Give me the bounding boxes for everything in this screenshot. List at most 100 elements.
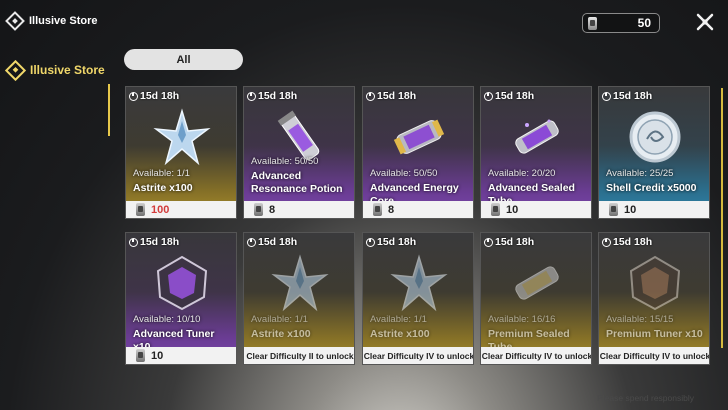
timer-text: 15d 18h [258,236,298,248]
price-value: 100 [151,203,170,216]
clock-icon [129,91,138,101]
availability-text: Available: 16/16 [488,314,556,325]
unlock-requirement: Clear Difficulty II to unlock [244,347,354,364]
price-tag: 8 [244,201,354,218]
token-icon [373,203,382,216]
clock-icon [129,237,138,247]
store-item-card[interactable]: 15d 18hAvailable: 20/20Advanced Sealed T… [480,86,592,219]
availability-text: Available: 50/50 [251,156,319,167]
token-icon [588,16,597,30]
clock-icon [484,91,493,101]
astrite-star-icon [126,103,236,171]
store-item-card[interactable]: 15d 18hAvailable: 50/50Advanced Energy C… [362,86,474,219]
price-value: 10 [506,203,519,216]
refresh-timer: 15d 18h [366,236,416,248]
clock-icon [247,237,256,247]
item-name: Astrite x100 [370,328,430,340]
timer-text: 15d 18h [140,236,180,248]
clock-icon [247,91,256,101]
sidebar-selection-indicator [108,84,110,136]
price-value: 8 [388,203,395,216]
refresh-timer: 15d 18h [602,90,652,102]
currency-amount: 50 [637,16,651,30]
availability-text: Available: 1/1 [251,314,308,325]
token-icon [136,203,145,216]
tab-all[interactable]: All [124,49,243,70]
availability-text: Available: 15/15 [606,314,674,325]
store-item-card[interactable]: 15d 18hAvailable: 10/10Advanced Tuner x1… [125,232,237,365]
price-tag: 8 [363,201,473,218]
store-item-card[interactable]: 15d 18h Available: 1/1 Astrite x100 Clear D… [362,232,474,365]
clock-icon [484,237,493,247]
price-value: 8 [269,203,276,216]
refresh-timer: 15d 18h [484,236,534,248]
availability-text: Available: 20/20 [488,168,556,179]
price-value: 10 [151,349,164,362]
clock-icon [366,91,375,101]
item-name: Shell Credit x5000 [606,182,697,194]
availability-text: Available: 25/25 [606,168,674,179]
token-icon [254,203,263,216]
refresh-timer: 15d 18h [602,236,652,248]
unlock-requirement: Clear Difficulty IV to unlock [599,347,709,364]
price-value: 10 [624,203,637,216]
store-item-card[interactable]: 15d 18h Available: 50/50 Advanced Resonanc… [243,86,355,219]
timer-text: 15d 18h [495,236,535,248]
shell-credit-icon [599,103,709,171]
item-name: Advanced Resonance Potion [251,170,343,195]
token-icon [136,349,145,362]
timer-text: 15d 18h [377,236,417,248]
clock-icon [366,237,375,247]
price-tag: 10 [599,201,709,218]
close-icon [696,13,714,31]
currency-display: 50 [582,13,660,33]
scrollbar[interactable] [721,88,723,348]
store-item-card[interactable]: 15d 18h Available: 15/15 Premium Tuner x10… [598,232,710,365]
store-title: Illusive Store [29,15,98,27]
refresh-timer: 15d 18h [366,90,416,102]
token-icon [609,203,618,216]
price-tag: 10 [126,347,236,364]
availability-text: Available: 1/1 [133,168,190,179]
refresh-timer: 15d 18h [484,90,534,102]
clock-icon [602,237,611,247]
unlock-requirement: Clear Difficulty IV to unlock [481,347,591,364]
premium-tuner-icon [599,249,709,317]
sealed-tube-icon [481,103,591,171]
refresh-timer: 15d 18h [247,236,297,248]
refresh-timer: 15d 18h [129,236,179,248]
timer-text: 15d 18h [377,90,417,102]
store-item-card[interactable]: 15d 18h Available: 25/25 Shell Credit x500… [598,86,710,219]
store-logo-icon [4,59,27,81]
close-button[interactable] [693,10,717,34]
store-item-card[interactable]: 15d 18hAvailable: 16/16Premium Sealed Tu… [480,232,592,365]
sidebar-item-label: Illusive Store [30,63,105,77]
store-header: Illusive Store [5,11,98,31]
tuner-icon [126,249,236,317]
premium-sealed-tube-icon [481,249,591,317]
clock-icon [602,91,611,101]
sidebar-item-illusive-store[interactable]: Illusive Store [0,55,110,85]
energy-core-icon [363,103,473,171]
store-item-card[interactable]: 15d 18h Available: 1/1 Astrite x100 Clear D… [243,232,355,365]
item-name: Astrite x100 [133,182,193,194]
astrite-star-icon [244,249,354,317]
timer-text: 15d 18h [613,90,653,102]
timer-text: 15d 18h [258,90,298,102]
footer-note: Please spend responsibly [597,393,694,403]
astrite-star-icon [363,249,473,317]
store-logo-icon [5,11,25,31]
price-tag: 100 [126,201,236,218]
store-item-card[interactable]: 15d 18h Available: 1/1 Astrite x100 100 [125,86,237,219]
timer-text: 15d 18h [140,90,180,102]
timer-text: 15d 18h [495,90,535,102]
top-bar: Illusive Store 50 [0,0,728,44]
price-tag: 10 [481,201,591,218]
item-name: Astrite x100 [251,328,311,340]
availability-text: Available: 1/1 [370,314,427,325]
item-name: Premium Tuner x10 [606,328,703,340]
sidebar: Illusive Store [0,44,110,410]
availability-text: Available: 50/50 [370,168,438,179]
timer-text: 15d 18h [613,236,653,248]
refresh-timer: 15d 18h [129,90,179,102]
